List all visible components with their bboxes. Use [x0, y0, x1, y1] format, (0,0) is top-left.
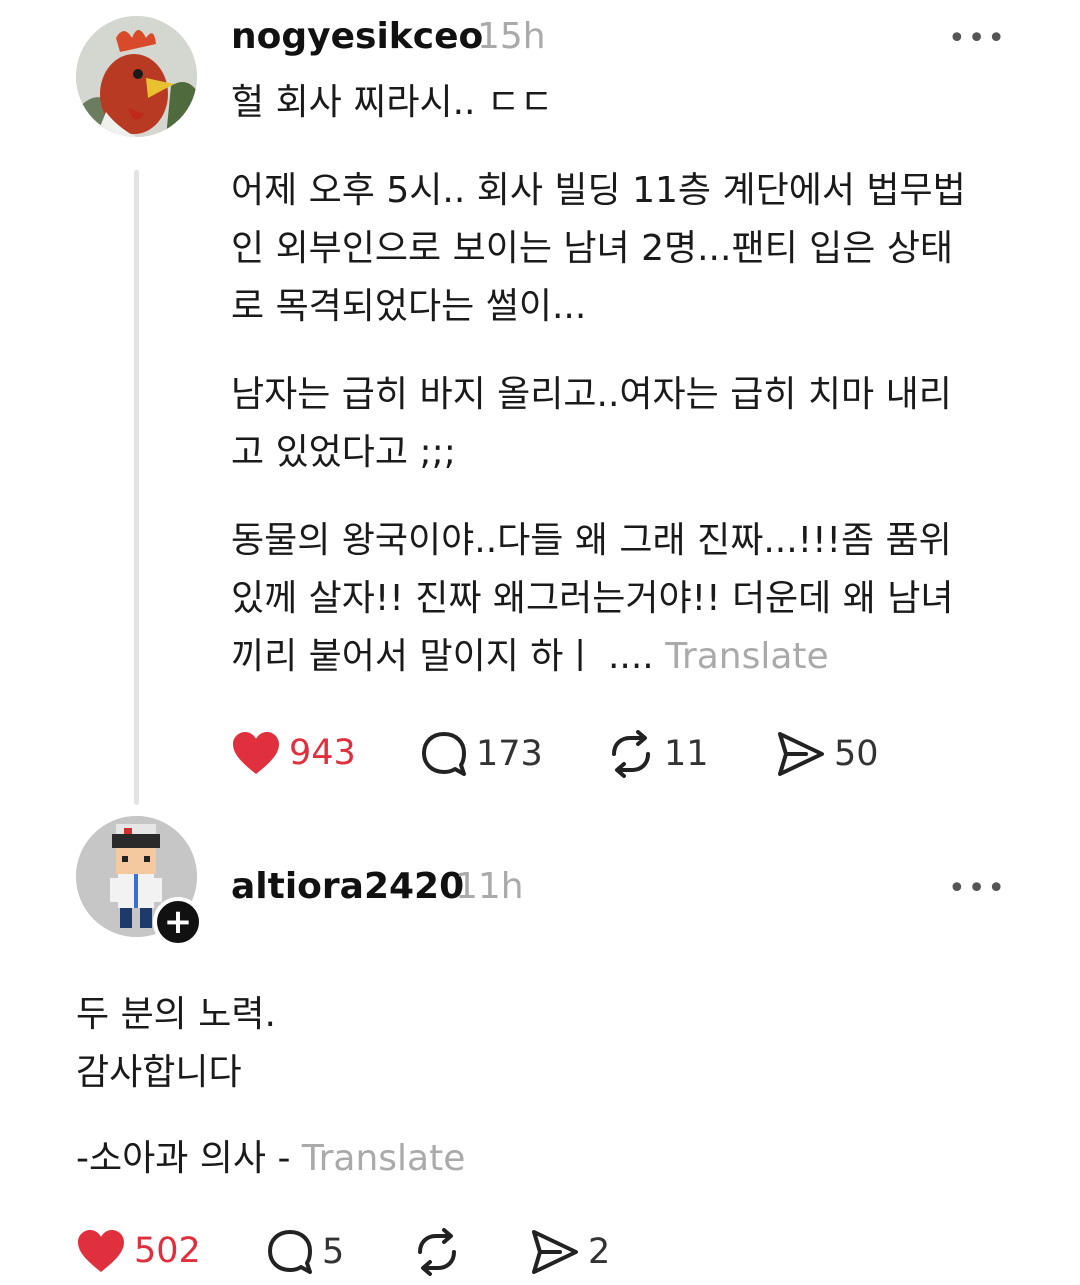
thread-line — [134, 170, 139, 805]
follow-plus-icon[interactable]: + — [153, 897, 203, 947]
comment-bubble-icon — [268, 1230, 312, 1274]
more-options-icon[interactable]: ••• — [948, 874, 1007, 904]
post-body-line: 인 외부인으로 보이는 남녀 2명...팬티 입은 상태 — [231, 228, 954, 269]
avatar[interactable] — [76, 16, 197, 137]
share-button[interactable]: 2 — [530, 1228, 610, 1276]
post-body-line: 있께 살자!! 진짜 왜그러는거야!! 더운데 왜 남녀 — [231, 578, 954, 619]
post-body-line: 감사합니다 — [76, 1052, 242, 1093]
like-count: 943 — [289, 733, 356, 773]
post-body-line: 어제 오후 5시.. 회사 빌딩 11층 계단에서 법무법 — [231, 170, 966, 211]
username[interactable]: altiora2420 — [231, 866, 464, 907]
post-body-line: 끼리 붙어서 말이지 하ㅣ .... — [231, 636, 654, 677]
post-body-last-line: -소아과 의사 - Translate — [76, 1130, 465, 1188]
like-count: 502 — [134, 1231, 201, 1271]
rooster-mask-icon — [76, 16, 197, 137]
repost-button[interactable]: 11 — [606, 730, 709, 778]
timestamp: 11h — [455, 866, 524, 907]
share-count: 2 — [588, 1232, 611, 1272]
heart-filled-icon — [78, 1230, 124, 1272]
timestamp: 15h — [477, 16, 546, 57]
like-button[interactable]: 502 — [76, 1228, 201, 1274]
post-title: 헐 회사 찌라시.. ㄷㄷ — [231, 82, 554, 123]
comment-bubble-icon — [422, 732, 466, 776]
share-button[interactable]: 50 — [776, 730, 879, 778]
repost-count: 11 — [664, 734, 709, 774]
translate-link[interactable]: Translate — [665, 636, 828, 677]
translate-link[interactable]: Translate — [302, 1138, 465, 1179]
like-button[interactable]: 943 — [231, 730, 356, 776]
username[interactable]: nogyesikceo — [231, 16, 483, 57]
reply-count: 5 — [322, 1232, 345, 1272]
repost-icon — [612, 730, 650, 778]
post-body-line: 로 목격되었다는 썰이... — [231, 286, 587, 327]
reply-count: 173 — [476, 734, 543, 774]
post-body-line: -소아과 의사 - — [76, 1138, 291, 1179]
post-body-line: 동물의 왕국이야..다들 왜 그래 진짜...!!!좀 품위 — [231, 520, 952, 561]
post-body-last-line: 끼리 붙어서 말이지 하ㅣ .... Translate — [231, 628, 829, 686]
heart-filled-icon — [233, 732, 279, 774]
send-icon — [532, 1230, 578, 1274]
send-icon — [778, 732, 824, 776]
more-options-icon[interactable]: ••• — [948, 24, 1007, 54]
repost-button[interactable] — [412, 1228, 470, 1276]
share-count: 50 — [834, 734, 879, 774]
reply-button[interactable]: 173 — [420, 730, 543, 778]
reply-button[interactable]: 5 — [266, 1228, 344, 1276]
repost-icon — [418, 1228, 456, 1276]
post-body-line: 고 있었다고 ;;; — [231, 432, 456, 473]
post-body-line: 두 분의 노력. — [76, 994, 276, 1035]
post-body-line: 남자는 급히 바지 올리고..여자는 급히 치마 내리 — [231, 374, 952, 415]
